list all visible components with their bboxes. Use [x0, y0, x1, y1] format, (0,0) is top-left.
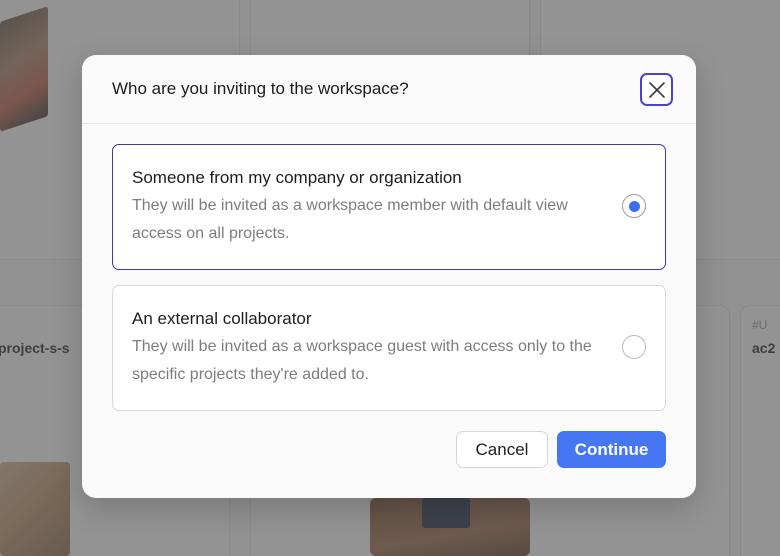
dialog-header: Who are you inviting to the workspace?	[82, 55, 696, 124]
radio-internal-member[interactable]	[622, 194, 646, 218]
option-title: An external collaborator	[132, 309, 312, 328]
option-description: They will be invited as a workspace memb…	[132, 197, 568, 242]
close-button[interactable]	[640, 73, 673, 106]
continue-button[interactable]: Continue	[557, 431, 666, 468]
dialog-title: Who are you inviting to the workspace?	[112, 79, 409, 98]
invite-dialog: Who are you inviting to the workspace? S…	[82, 55, 696, 498]
radio-external-collaborator[interactable]	[622, 335, 646, 359]
option-external-collaborator[interactable]: An external collaborator They will be in…	[112, 285, 666, 411]
cancel-button[interactable]: Cancel	[456, 431, 548, 468]
radio-selected-dot	[628, 200, 640, 212]
option-description: They will be invited as a workspace gues…	[132, 338, 592, 383]
option-title: Someone from my company or organization	[132, 168, 462, 187]
option-internal-member[interactable]: Someone from my company or organization …	[112, 144, 666, 270]
close-icon	[648, 81, 665, 98]
